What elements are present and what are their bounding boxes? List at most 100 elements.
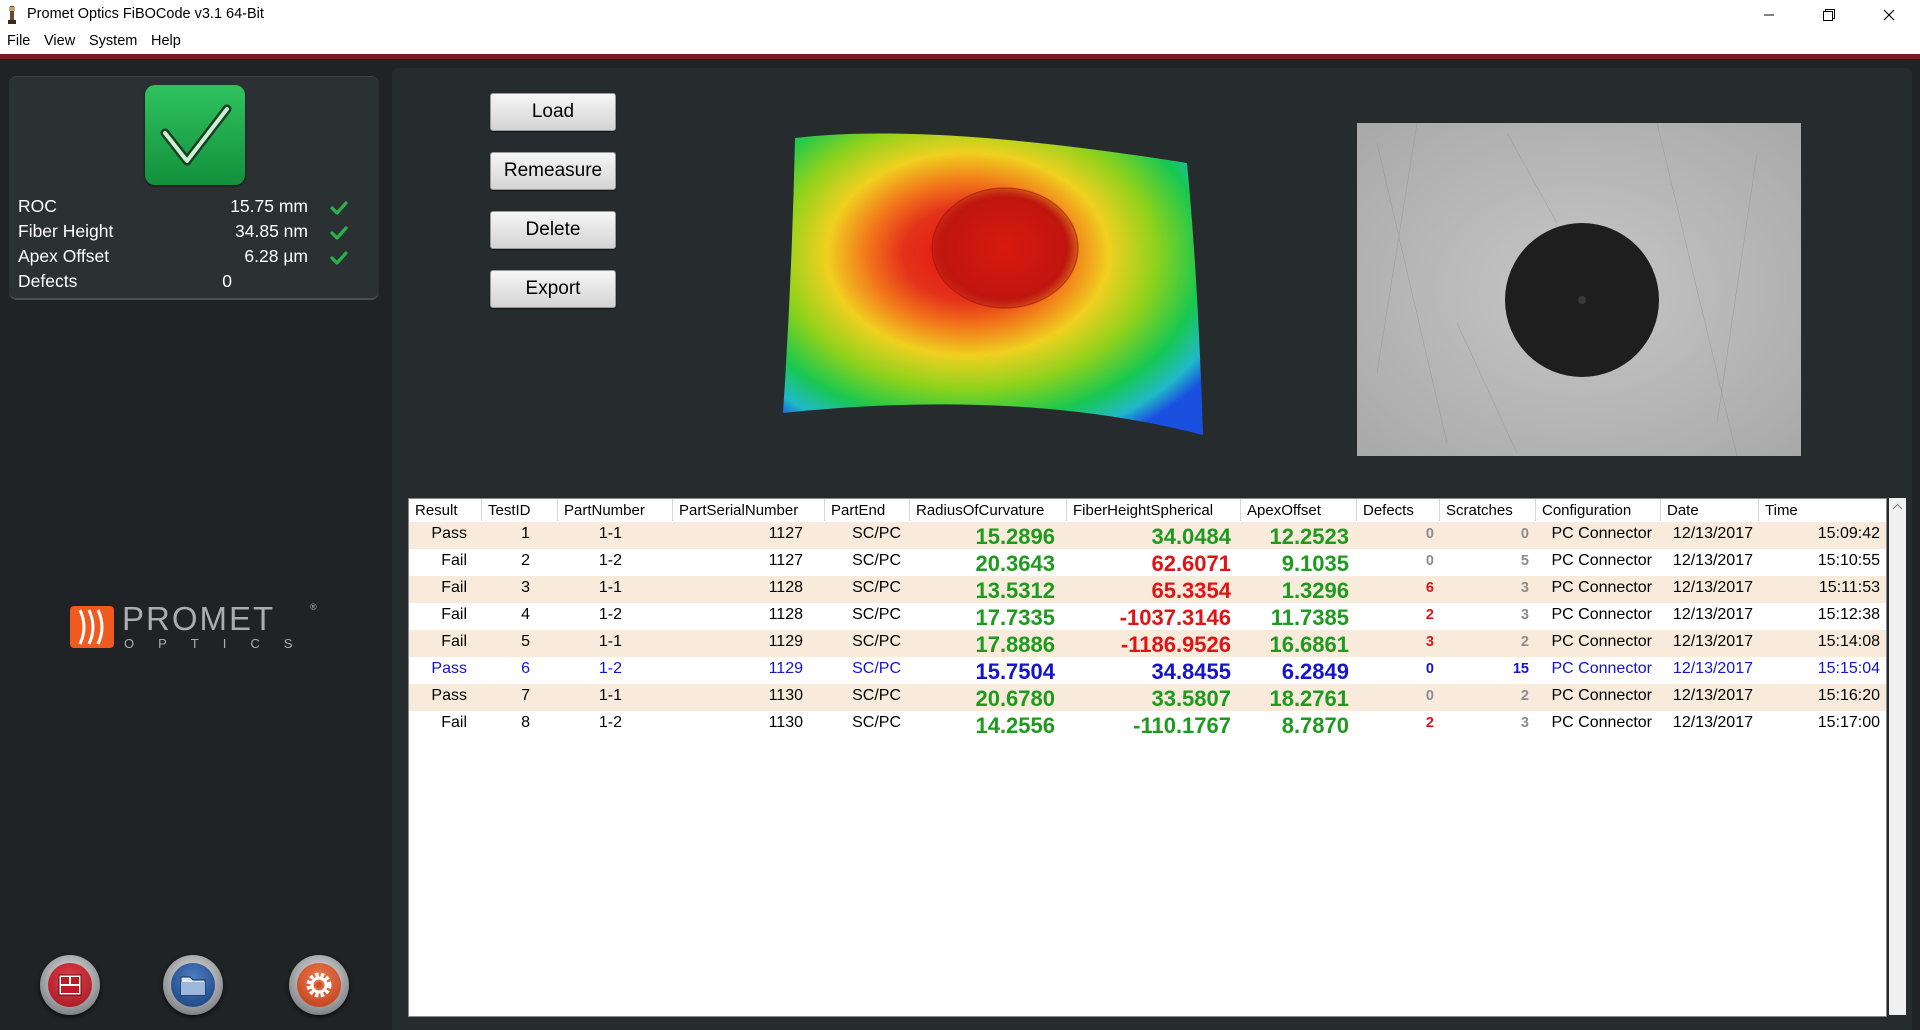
cell-fiber-height: -1037.3146 <box>1119 605 1231 630</box>
menu-file[interactable]: File <box>7 33 30 49</box>
settings-button[interactable] <box>289 955 349 1015</box>
restore-button[interactable] <box>1807 0 1851 30</box>
cell-date: 12/13/2017 <box>1672 606 1753 623</box>
metric-label: Fiber Height <box>18 221 114 241</box>
metric-value: 0 <box>222 271 232 291</box>
metric-label: ROC <box>18 196 57 216</box>
column-header-time[interactable]: Time <box>1759 499 1886 521</box>
cell-scratches: 5 <box>1520 553 1529 569</box>
results-table[interactable]: Result TestID PartNumber PartSerialNumbe… <box>408 498 1887 1017</box>
menu-view[interactable]: View <box>44 33 75 49</box>
settings-button-face <box>297 963 341 1007</box>
cell-result: Pass <box>431 525 467 542</box>
cell-result: Fail <box>441 579 467 596</box>
promet-optics-logo: PROMET ® OPTICS <box>70 600 330 651</box>
cell-apex-offset: 9.1035 <box>1281 551 1349 576</box>
table-row[interactable]: Pass 6 1-2 1129 SC/PC 15.7504 34.8455 6.2849 0 15… <box>409 657 1886 684</box>
load-button[interactable]: Load <box>490 93 616 131</box>
cell-configuration: PC Connector <box>1551 579 1653 596</box>
cell-result: Pass <box>431 660 467 677</box>
cell-time: 15:11:53 <box>1818 579 1880 596</box>
logo-registered: ® <box>310 602 317 612</box>
cell-time: 15:12:38 <box>1817 606 1880 623</box>
cell-roc: 17.7335 <box>975 605 1055 630</box>
cell-roc: 15.2896 <box>975 524 1055 549</box>
logo-sub: OPTICS <box>124 636 317 651</box>
check-icon <box>330 201 348 215</box>
metric-label: Defects <box>18 271 78 291</box>
cell-scratches: 2 <box>1520 634 1529 650</box>
cell-date: 12/13/2017 <box>1672 552 1753 569</box>
cell-scratches: 2 <box>1520 688 1529 704</box>
column-header-scratches[interactable]: Scratches <box>1440 499 1536 521</box>
column-header-radiusofcurvature[interactable]: RadiusOfCurvature <box>910 499 1067 521</box>
cell-roc: 20.3643 <box>975 551 1055 576</box>
restore-icon <box>1823 9 1835 21</box>
metric-fiber-height: Fiber Height 34.85 nm <box>18 221 348 245</box>
column-header-partend[interactable]: PartEnd <box>825 499 910 521</box>
cell-fiber-height: 34.8455 <box>1151 659 1231 684</box>
cell-serial: 1127 <box>768 552 803 569</box>
cell-result: Fail <box>441 633 467 650</box>
column-header-partnumber[interactable]: PartNumber <box>558 499 673 521</box>
table-row[interactable]: Pass 1 1-1 1127 SC/PC 15.2896 34.0484 12.2523 0 0… <box>409 522 1886 549</box>
table-row[interactable]: Fail 5 1-1 1129 SC/PC 17.8886 -1186.9526 16.686… <box>409 630 1886 657</box>
minimize-button[interactable] <box>1747 0 1791 30</box>
cell-time: 15:15:04 <box>1817 660 1880 677</box>
column-header-result[interactable]: Result <box>409 499 482 521</box>
table-row[interactable]: Fail 3 1-1 1128 SC/PC 13.5312 65.3354 1.3296 6 3 P… <box>409 576 1886 603</box>
menu-system[interactable]: System <box>89 33 137 49</box>
column-header-date[interactable]: Date <box>1661 499 1759 521</box>
check-icon <box>160 104 232 166</box>
table-scrollbar[interactable] <box>1889 498 1906 1015</box>
cell-testid: 8 <box>521 714 530 731</box>
cell-configuration: PC Connector <box>1551 714 1653 731</box>
cell-defects: 0 <box>1425 661 1434 677</box>
cell-testid: 3 <box>521 579 530 596</box>
scroll-up-icon <box>1892 503 1903 510</box>
cell-roc: 20.6780 <box>975 686 1055 711</box>
cell-apex-offset: 18.2761 <box>1269 686 1349 711</box>
cell-defects: 6 <box>1425 580 1434 596</box>
cell-date: 12/13/2017 <box>1672 660 1753 677</box>
open-folder-button[interactable] <box>163 955 223 1015</box>
column-header-testid[interactable]: TestID <box>482 499 558 521</box>
cell-testid: 4 <box>521 606 530 623</box>
cell-testid: 6 <box>521 660 530 677</box>
table-row[interactable]: Pass 7 1-1 1130 SC/PC 20.6780 33.5807 18.2761 0 2… <box>409 684 1886 711</box>
menu-help[interactable]: Help <box>151 33 181 49</box>
cell-configuration: PC Connector <box>1551 633 1653 650</box>
export-button[interactable]: Export <box>490 270 616 308</box>
column-header-defects[interactable]: Defects <box>1357 499 1440 521</box>
cell-fiber-height: -1186.9526 <box>1120 632 1231 657</box>
cell-configuration: PC Connector <box>1551 525 1653 542</box>
check-icon <box>330 226 348 240</box>
cell-time: 15:10:55 <box>1817 552 1880 569</box>
cell-partnumber: 1-2 <box>598 552 622 569</box>
cell-date: 12/13/2017 <box>1672 687 1753 704</box>
folder-icon <box>180 976 206 996</box>
layout-icon <box>58 974 82 996</box>
minimize-icon <box>1764 14 1774 16</box>
delete-button[interactable]: Delete <box>490 211 616 249</box>
close-button[interactable] <box>1867 0 1911 30</box>
column-header-fiberheightspherical[interactable]: FiberHeightSpherical <box>1067 499 1241 521</box>
column-header-partserialnumber[interactable]: PartSerialNumber <box>673 499 825 521</box>
folder-button-face <box>171 963 215 1007</box>
remeasure-button[interactable]: Remeasure <box>490 152 616 190</box>
cell-partnumber: 1-2 <box>598 606 622 623</box>
cell-result: Pass <box>431 687 467 704</box>
endface-image-render <box>1357 123 1801 456</box>
column-header-apexoffset[interactable]: ApexOffset <box>1241 499 1357 521</box>
table-row[interactable]: Fail 8 1-2 1130 SC/PC 14.2556 -110.1767 8.7870 2… <box>409 711 1886 738</box>
cell-configuration: PC Connector <box>1551 552 1653 569</box>
table-row[interactable]: Fail 2 1-2 1127 SC/PC 20.3643 62.6071 9.1035 0 5 P… <box>409 549 1886 576</box>
cell-serial: 1128 <box>768 579 803 596</box>
layout-button[interactable] <box>40 955 100 1015</box>
close-icon <box>1883 9 1895 21</box>
table-row[interactable]: Fail 4 1-2 1128 SC/PC 17.7335 -1037.3146 11.738… <box>409 603 1886 630</box>
cell-apex-offset: 1.3296 <box>1281 578 1349 603</box>
cell-apex-offset: 8.7870 <box>1281 713 1349 738</box>
column-header-configuration[interactable]: Configuration <box>1536 499 1661 521</box>
cell-apex-offset: 16.6861 <box>1269 632 1349 657</box>
